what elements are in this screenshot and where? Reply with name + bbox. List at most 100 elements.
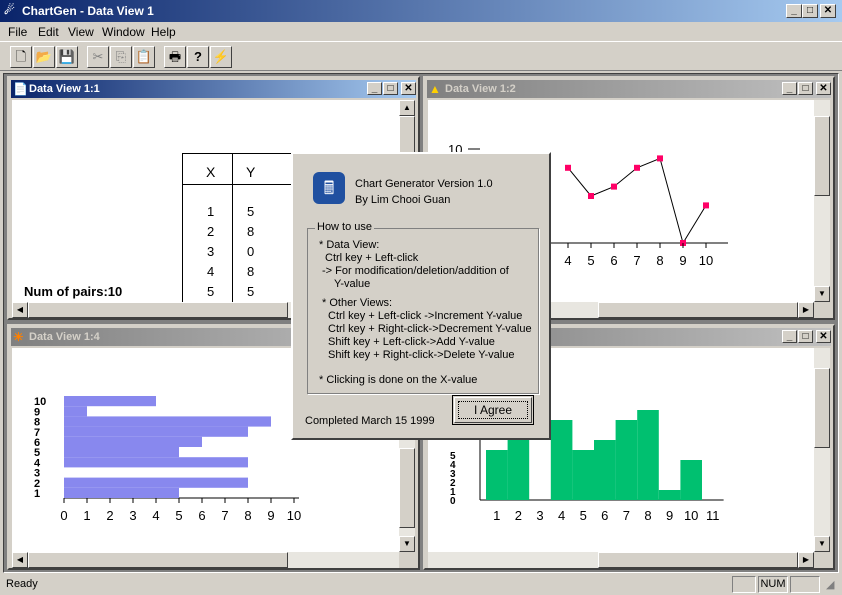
x-tick-label: 10 — [287, 508, 301, 523]
x-tick-label: 4 — [558, 508, 565, 523]
close-button[interactable]: ✕ — [816, 330, 831, 343]
x-tick-label: 8 — [644, 508, 651, 523]
maximize-button[interactable]: □ — [802, 4, 818, 18]
resize-grip-icon[interactable]: ◢ — [826, 578, 834, 591]
series-line — [567, 157, 707, 245]
cut-icon[interactable]: ✂ — [87, 46, 109, 68]
scroll-left-button[interactable]: ◀ — [12, 302, 28, 318]
x-tick-label: 7 — [221, 508, 228, 523]
menu-edit[interactable]: Edit — [38, 25, 59, 39]
close-button[interactable]: ✕ — [401, 82, 416, 95]
bar — [486, 450, 508, 500]
cell-x[interactable]: 3 — [207, 244, 214, 259]
agree-button[interactable]: I Agree — [452, 395, 534, 425]
doc-icon: 📄 — [13, 82, 28, 96]
window-titlebar[interactable]: ▲ Data View 1:2 _ □ ✕ — [427, 80, 831, 98]
help-line: Y-value — [334, 278, 371, 290]
open-icon[interactable]: 📂 — [33, 46, 55, 68]
minimize-button[interactable]: _ — [786, 4, 802, 18]
horizontal-scrollbar[interactable]: ◀ — [12, 552, 399, 568]
cell-x[interactable]: 1 — [207, 204, 214, 219]
bar — [680, 460, 702, 500]
scroll-right-button[interactable]: ▶ — [798, 552, 814, 568]
menu-file[interactable]: File — [8, 25, 27, 39]
x-tick-label: 6 — [601, 508, 608, 523]
vertical-scrollbar[interactable]: ▼ — [814, 100, 830, 302]
x-tick-label: 5 — [175, 508, 182, 523]
help-line: Ctrl key + Left-click — [325, 252, 419, 264]
scroll-thumb[interactable] — [399, 448, 415, 528]
bar — [64, 477, 248, 488]
window-title: Data View 1:2 — [445, 83, 516, 95]
horizontal-scrollbar[interactable]: ▶ — [428, 552, 814, 568]
y-tick-label: 5 — [450, 451, 456, 462]
maximize-button[interactable]: □ — [383, 82, 398, 95]
vertical-scrollbar[interactable]: ▼ — [814, 348, 830, 552]
x-tick-label: 5 — [587, 253, 594, 268]
cell-x[interactable]: 5 — [207, 284, 214, 299]
cell-x[interactable]: 4 — [207, 264, 214, 279]
cell-y: 8 — [247, 264, 255, 279]
maximize-button[interactable]: □ — [798, 330, 813, 343]
x-tick-label: 5 — [580, 508, 587, 523]
scroll-thumb[interactable] — [598, 552, 798, 568]
help-line: Ctrl key + Left-click ->Increment Y-valu… — [328, 310, 523, 322]
cell-y: 8 — [247, 224, 255, 239]
maximize-button[interactable]: □ — [798, 82, 813, 95]
bar — [64, 396, 156, 407]
menu-window[interactable]: Window — [102, 25, 145, 39]
paste-icon[interactable]: 📋 — [133, 46, 155, 68]
new-icon[interactable]: 🗋 — [10, 46, 32, 68]
cell-y: 5 — [247, 204, 255, 219]
menu-help[interactable]: Help — [151, 25, 176, 39]
data-point — [611, 183, 617, 190]
close-button[interactable]: ✕ — [820, 4, 836, 18]
scroll-down-button[interactable]: ▼ — [814, 286, 830, 302]
help-icon[interactable]: ? — [187, 46, 209, 68]
bar — [64, 436, 202, 447]
bar — [64, 426, 248, 437]
minimize-button[interactable]: _ — [782, 82, 797, 95]
y-tick-label: 5 — [34, 447, 40, 459]
bar — [550, 420, 573, 500]
dialog-title: Chart Generator Version 1.0 — [355, 178, 493, 190]
x-tick-label: 10 — [699, 253, 713, 268]
close-button[interactable]: ✕ — [816, 82, 831, 95]
sun-icon: ☀ — [13, 330, 24, 344]
x-tick-label: 1 — [83, 508, 90, 523]
bar — [64, 487, 179, 498]
toolbar: 🗋 📂 💾 ✂ ⎘ 📋 🖶 ? ⚡ — [0, 41, 842, 71]
save-icon[interactable]: 💾 — [56, 46, 78, 68]
x-tick-label: 10 — [684, 508, 698, 523]
cell-x[interactable]: 2 — [207, 224, 214, 239]
scroll-thumb[interactable] — [28, 552, 288, 568]
x-tick-label: 9 — [666, 508, 673, 523]
copy-icon[interactable]: ⎘ — [110, 46, 132, 68]
minimize-button[interactable]: _ — [367, 82, 382, 95]
window-title: Data View 1:1 — [29, 83, 100, 95]
x-tick-label: 0 — [60, 508, 67, 523]
print-icon[interactable]: 🖶 — [164, 46, 186, 68]
window-titlebar[interactable]: 📄 Data View 1:1 _ □ ✕ — [11, 80, 416, 98]
x-tick-label: 9 — [267, 508, 274, 523]
x-tick-label: 7 — [623, 508, 630, 523]
help-line: Shift key + Right-click->Delete Y-value — [328, 349, 515, 361]
scroll-down-button[interactable]: ▼ — [399, 536, 415, 552]
window-title: Data View 1:4 — [29, 331, 100, 343]
scroll-thumb[interactable] — [28, 302, 288, 318]
menu-view[interactable]: View — [68, 25, 94, 39]
scroll-thumb[interactable] — [598, 302, 798, 318]
header-y: Y — [246, 164, 256, 180]
chart-icon: ▲ — [429, 82, 441, 96]
scroll-left-button[interactable]: ◀ — [12, 552, 28, 568]
pointer-help-icon[interactable]: ⚡ — [210, 46, 232, 68]
status-text: Ready — [6, 578, 38, 590]
num-lock-indicator: NUM — [758, 576, 788, 593]
scroll-thumb[interactable] — [814, 368, 830, 448]
minimize-button[interactable]: _ — [782, 330, 797, 343]
scroll-thumb[interactable] — [814, 116, 830, 196]
scroll-up-button[interactable]: ▲ — [399, 100, 415, 116]
scroll-right-button[interactable]: ▶ — [798, 302, 814, 318]
scroll-down-button[interactable]: ▼ — [814, 536, 830, 552]
x-tick-label: 3 — [129, 508, 136, 523]
